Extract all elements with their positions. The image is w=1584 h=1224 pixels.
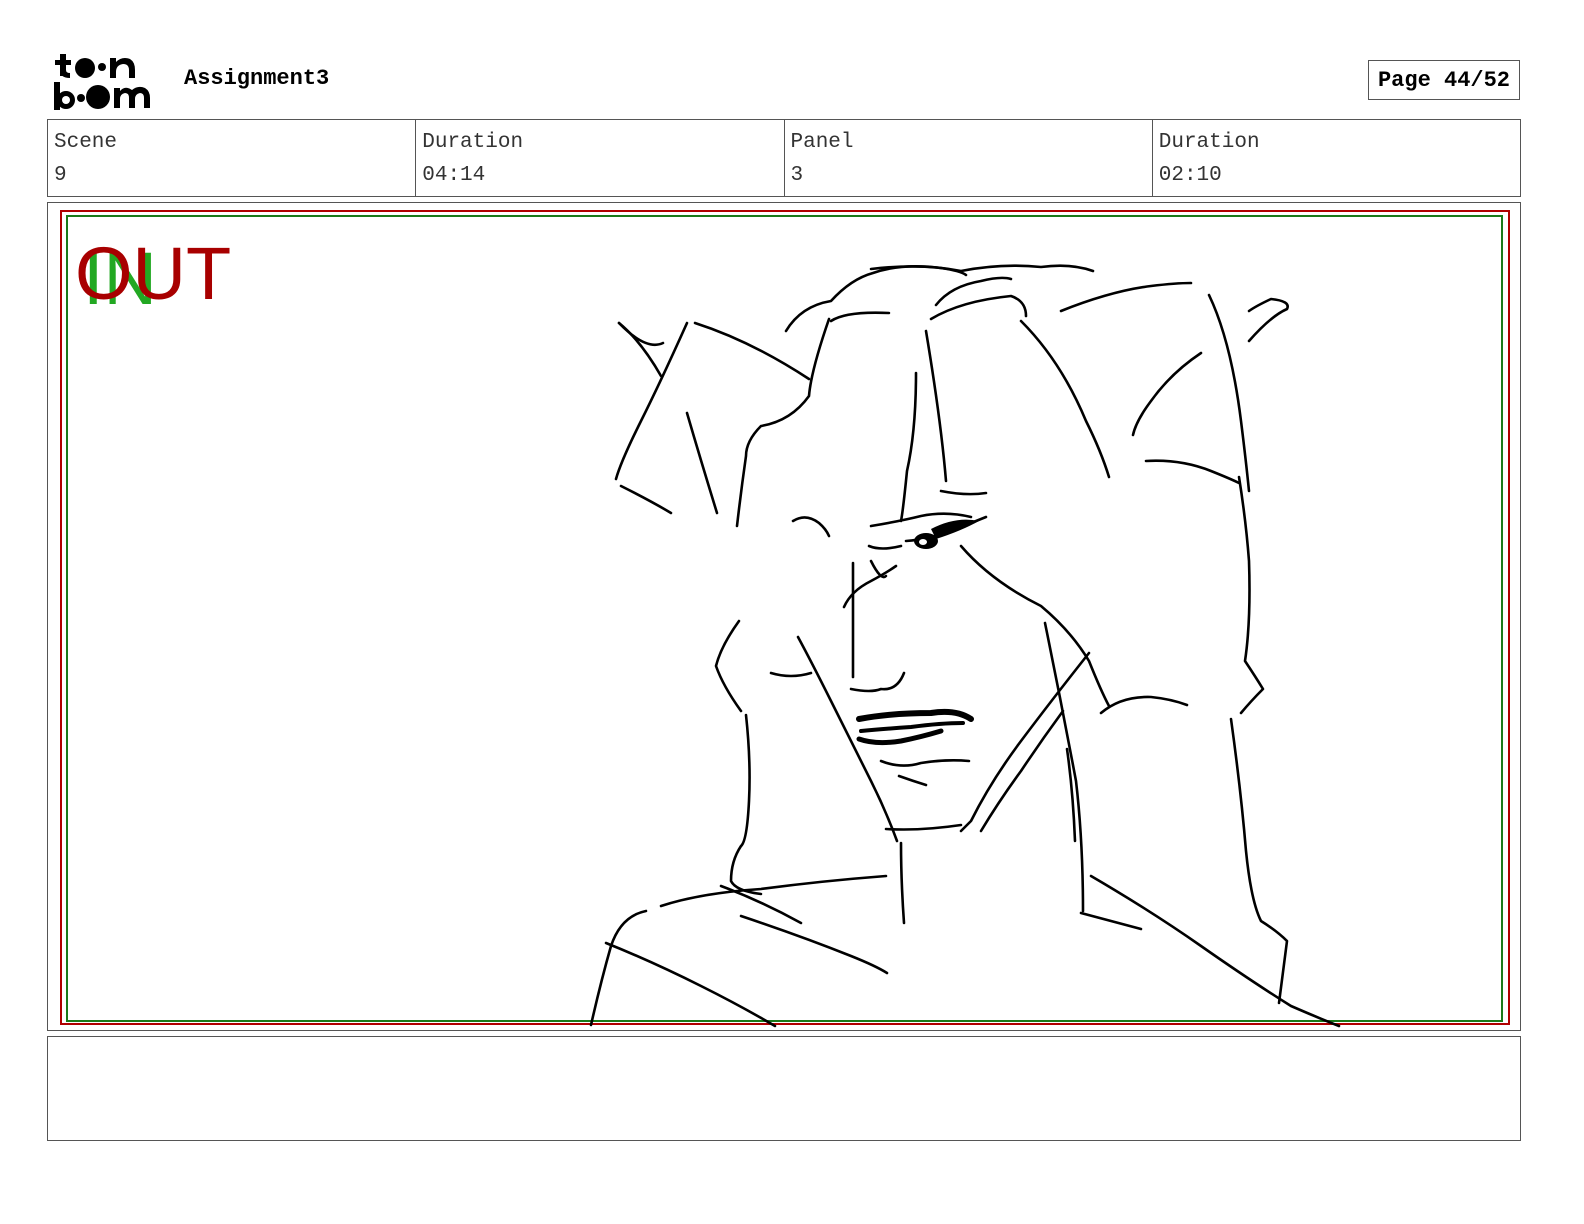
panel-duration-label: Duration <box>1158 131 1260 154</box>
panel-duration-value: 02:10 <box>1158 164 1222 187</box>
eye-lash <box>931 519 979 539</box>
panel-sketch: IN OUT <box>60 210 1510 1028</box>
panel-duration-cell: Duration 02:10 <box>1151 120 1520 196</box>
scene-duration-label: Duration <box>422 131 524 154</box>
character-sketch <box>589 264 1341 1028</box>
out-marker: OUT <box>75 232 231 315</box>
scene-label: Scene <box>54 131 118 154</box>
storyboard-panel: IN OUT <box>47 202 1521 1031</box>
toon-boom-logo <box>54 54 150 110</box>
panel-label: Panel <box>790 131 854 154</box>
scene-duration-value: 04:14 <box>422 164 486 187</box>
project-title: Assignment3 <box>184 66 330 91</box>
outer-safe-frame <box>60 210 1510 1025</box>
scene-cell: Scene 9 <box>48 120 415 196</box>
scene-duration-cell: Duration 04:14 <box>415 120 783 196</box>
inner-safe-frame <box>66 215 1503 1022</box>
page-indicator: Page 44/52 <box>1368 60 1520 100</box>
scene-value: 9 <box>54 164 67 187</box>
panel-cell: Panel 3 <box>783 120 1152 196</box>
eye-highlight <box>919 539 927 545</box>
panel-value: 3 <box>790 164 804 187</box>
panel-info-table: Scene 9 Duration 04:14 Panel 3 Duration … <box>47 119 1521 197</box>
panel-notes-box[interactable] <box>47 1036 1521 1141</box>
